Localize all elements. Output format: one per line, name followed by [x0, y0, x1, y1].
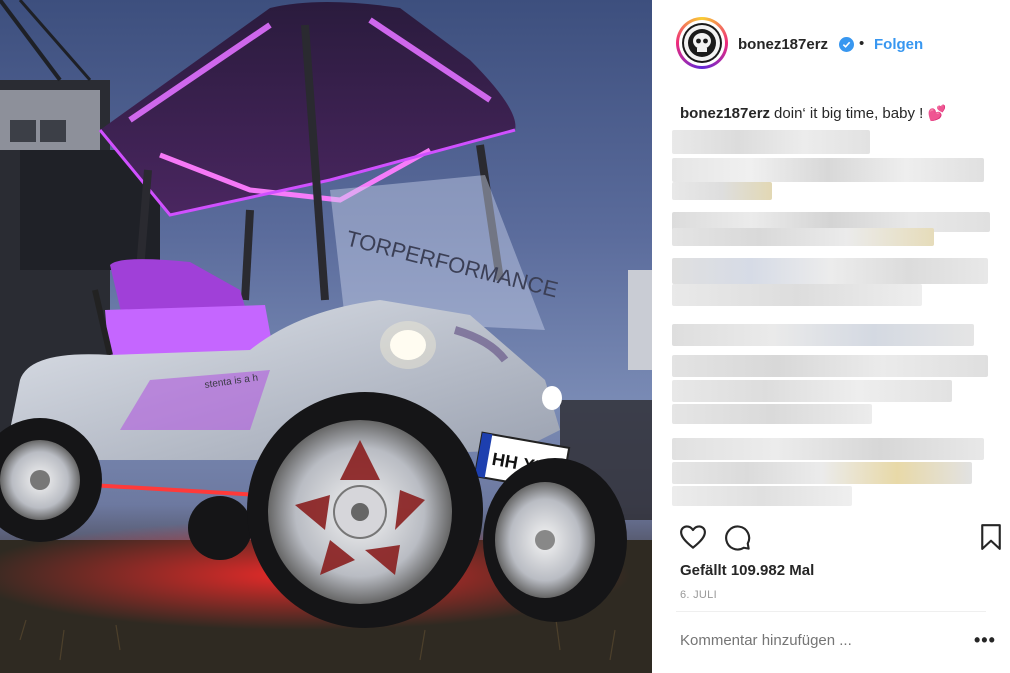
divider	[676, 611, 986, 612]
blurred-comment	[672, 258, 988, 284]
blurred-comment	[672, 355, 988, 377]
avatar-image	[682, 23, 722, 63]
blurred-comment	[672, 324, 974, 346]
more-options-button[interactable]: •••	[974, 630, 996, 651]
post-caption: bonez187erz doin‘ it big time, baby ! 💕	[680, 104, 946, 122]
verified-badge-icon	[839, 37, 854, 52]
follow-button[interactable]: Folgen	[874, 36, 923, 53]
blurred-comment	[672, 228, 934, 246]
red-led-strip	[89, 483, 261, 497]
skull-logo-icon	[684, 25, 720, 61]
comment-input[interactable]	[680, 632, 940, 649]
blurred-comment	[672, 158, 984, 182]
front-left-wheel	[247, 392, 483, 628]
heart-icon[interactable]	[678, 522, 708, 552]
post-header: bonez187erz • Folgen	[652, 0, 1010, 88]
comment-icon[interactable]	[722, 522, 752, 552]
avatar[interactable]	[676, 17, 728, 69]
rear-right-wheel	[188, 496, 252, 560]
headlight-right	[542, 386, 562, 410]
separator-dot: •	[859, 35, 865, 52]
action-bar	[652, 516, 1010, 560]
background-tent	[628, 270, 652, 370]
caption-username[interactable]: bonez187erz	[680, 105, 770, 122]
post-date[interactable]: 6. JULI	[680, 589, 717, 601]
blurred-comment	[672, 462, 972, 484]
likes-count[interactable]: Gefällt 109.982 Mal	[680, 562, 814, 579]
blurred-comment	[672, 404, 872, 424]
blurred-comment	[672, 380, 952, 402]
post-side-panel: bonez187erz • Folgen bonez187erz doin‘ it…	[652, 0, 1010, 673]
blurred-comment	[672, 438, 984, 460]
blurred-comment	[672, 486, 852, 506]
blurred-comment	[672, 182, 772, 200]
blurred-comment	[672, 284, 922, 306]
golf-cart-illustration: TORPERFORMANCE stenta is a h HH XL 187	[0, 0, 652, 673]
post-photo[interactable]: TORPERFORMANCE stenta is a h HH XL 187	[0, 0, 652, 673]
front-right-wheel	[483, 458, 627, 622]
username-link[interactable]: bonez187erz	[738, 36, 828, 53]
blurred-comment	[672, 130, 870, 154]
caption-text: doin‘ it big time, baby ! 💕	[774, 105, 947, 122]
bookmark-icon[interactable]	[976, 522, 1006, 552]
